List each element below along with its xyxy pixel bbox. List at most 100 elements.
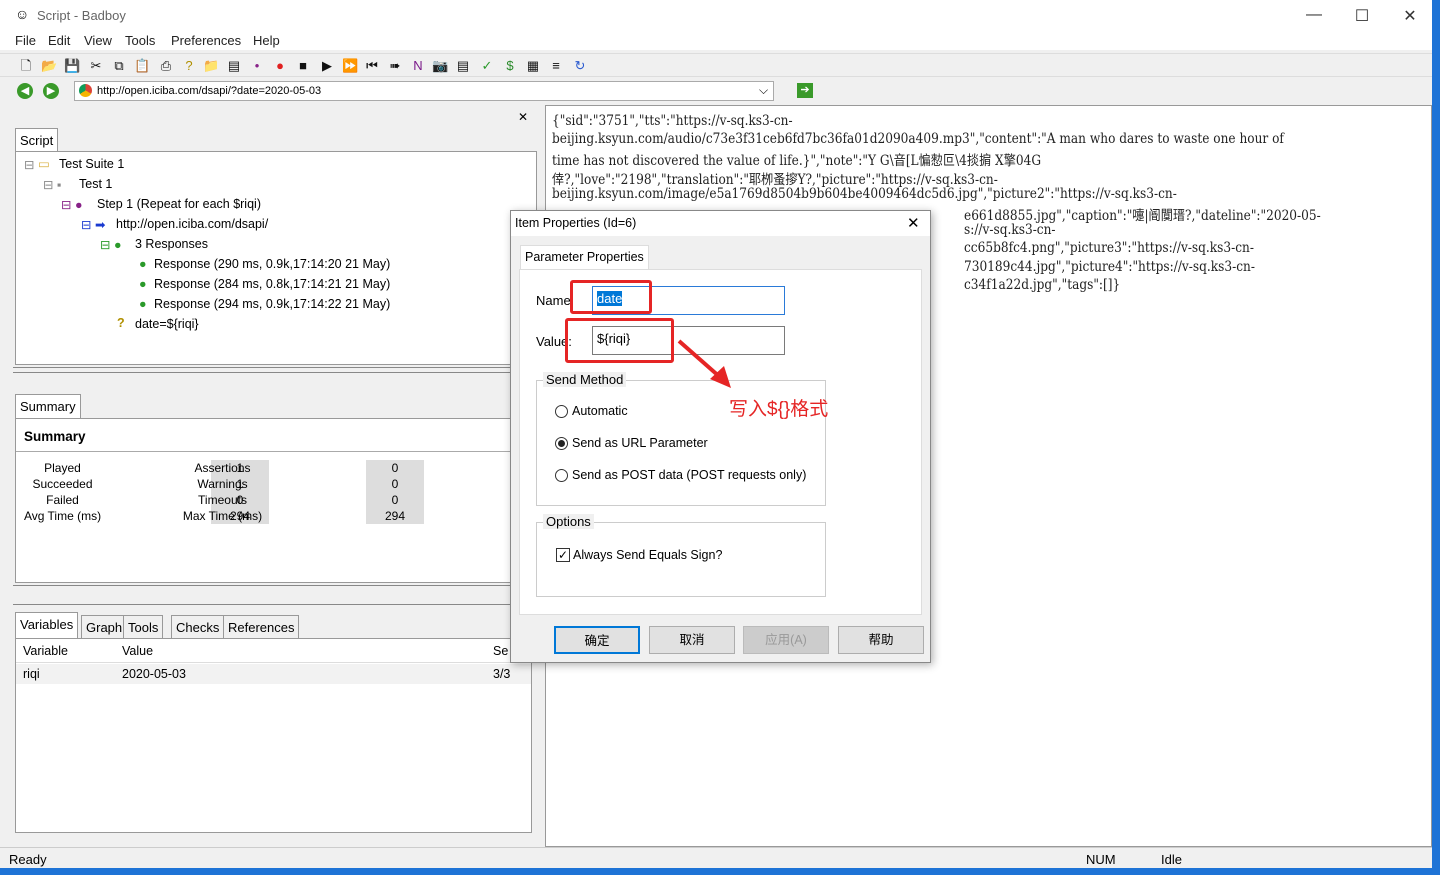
summary-label: Timeouts (198, 493, 247, 507)
status-bar: Ready NUM Idle (0, 847, 1432, 868)
tree-item-responses[interactable]: 3 Responses (135, 237, 208, 251)
forward-icon[interactable]: ▶ (43, 83, 59, 99)
cancel-button[interactable]: 取消 (649, 626, 735, 654)
item-properties-dialog: Item Properties (Id=6) ✕ Parameter Prope… (510, 210, 931, 663)
url-input[interactable]: http://open.iciba.com/dsapi/?date=2020-0… (74, 81, 774, 101)
table-icon[interactable]: ▦ (525, 58, 541, 74)
summary-value: 0 (366, 476, 424, 492)
refresh-icon[interactable]: ↻ (572, 58, 588, 74)
tab-summary[interactable]: Summary (15, 394, 81, 418)
menu-edit[interactable]: Edit (48, 33, 70, 48)
paste-icon[interactable]: 📋 (134, 58, 150, 74)
cell-value: 2020-05-03 (122, 667, 186, 681)
ok-button[interactable]: 确定 (554, 626, 640, 654)
add-step-icon[interactable]: ▤ (226, 58, 242, 74)
add-item-icon[interactable]: • (249, 58, 265, 74)
n-icon[interactable]: N (410, 58, 426, 74)
go-icon[interactable]: ➔ (797, 83, 813, 98)
summary-label: Avg Time (ms) (23, 509, 102, 523)
tree-item-response[interactable]: Response (284 ms, 0.8k,17:14:21 21 May) (154, 277, 390, 291)
apply-button[interactable]: 应用(A) (743, 626, 829, 654)
menu-preferences[interactable]: Preferences (171, 33, 241, 48)
dialog-title-bar: Item Properties (Id=6) ✕ (511, 211, 930, 236)
dropdown-icon[interactable]: ⌵ (759, 83, 768, 98)
desktop-edge (1432, 0, 1440, 875)
left-pane: ✕ Script ⊟ ▭ Test Suite 1 ⊟ ▪ Test 1 ⊟ ●… (10, 105, 542, 847)
dialog-close-icon[interactable]: ✕ (907, 214, 920, 232)
camera-icon[interactable]: 📷 (432, 58, 448, 74)
cell-variable: riqi (23, 667, 40, 681)
menu-help[interactable]: Help (253, 33, 280, 48)
dollar-icon[interactable]: $ (502, 58, 518, 74)
radio-button[interactable] (555, 405, 568, 418)
summary-label: Assertions (194, 461, 251, 475)
dialog-title: Item Properties (Id=6) (515, 216, 637, 230)
close-panel-icon[interactable]: ✕ (518, 110, 528, 124)
help-icon[interactable]: ? (181, 58, 197, 74)
new-icon[interactable]: 🗋 (18, 58, 34, 74)
play-icon[interactable]: ▶ (319, 58, 335, 74)
column-value[interactable]: Value (122, 644, 153, 658)
checkbox-label: Always Send Equals Sign? (573, 548, 723, 562)
check-icon[interactable]: ✓ (479, 58, 495, 74)
menu-file[interactable]: File (15, 33, 36, 48)
response-line: cc65b8fc4.png","picture3":"https://v-sq.… (964, 240, 1254, 257)
minimize-button[interactable]: — (1304, 6, 1324, 24)
radio-label: Send as POST data (POST requests only) (572, 468, 807, 482)
tab-checks[interactable]: Checks (171, 615, 225, 638)
radio-button[interactable] (555, 437, 568, 450)
print-icon[interactable]: ⎙ (158, 58, 174, 74)
column-variable[interactable]: Variable (23, 644, 68, 658)
open-icon[interactable]: 📂 (41, 58, 57, 74)
tab-parameter-properties[interactable]: Parameter Properties (520, 245, 649, 270)
close-button[interactable]: ✕ (1400, 6, 1420, 26)
tree-item-response[interactable]: Response (290 ms, 0.9k,17:14:20 21 May) (154, 257, 390, 271)
annotation-box-value (565, 318, 674, 363)
tab-graph[interactable]: Graph (81, 615, 128, 638)
save-icon[interactable]: 💾 (64, 58, 80, 74)
step-icon[interactable]: ➠ (387, 58, 403, 74)
rewind-icon[interactable]: ⏮ (364, 58, 380, 74)
copy-icon[interactable]: ⧉ (111, 58, 127, 74)
radio-label: Send as URL Parameter (572, 436, 708, 450)
stop-icon[interactable]: ■ (295, 58, 311, 74)
maximize-button[interactable]: ☐ (1352, 6, 1372, 26)
tree-item-step[interactable]: Step 1 (Repeat for each $riqi) (97, 197, 261, 211)
response-line: s://v-sq.ks3-cn- (964, 222, 1056, 239)
name-label: Name (536, 293, 571, 308)
tree-item-test[interactable]: Test 1 (79, 177, 112, 191)
menu-bar: File Edit View Tools Preferences Help (0, 30, 1432, 50)
tree-item-response[interactable]: Response (294 ms, 0.9k,17:14:22 21 May) (154, 297, 390, 311)
add-folder-icon[interactable]: 📁 (203, 58, 219, 74)
menu-tools[interactable]: Tools (125, 33, 155, 48)
table-row[interactable]: riqi 2020-05-03 3/3 (16, 664, 531, 684)
cut-icon[interactable]: ✂ (88, 58, 104, 74)
tab-references[interactable]: References (223, 615, 300, 638)
summary-value: 0 (366, 492, 424, 508)
chart-icon[interactable]: ≡ (548, 58, 564, 74)
tab-tools[interactable]: Tools (123, 615, 164, 638)
record-icon[interactable]: ● (272, 58, 288, 74)
report-icon[interactable]: ▤ (455, 58, 471, 74)
annotation-box-name (570, 280, 652, 314)
url-text: http://open.iciba.com/dsapi/?date=2020-0… (97, 85, 322, 97)
splitter[interactable] (13, 367, 540, 373)
tree-item-parameter[interactable]: date=${riqi} (135, 317, 199, 331)
radio-button[interactable] (555, 469, 568, 482)
parameter-icon: ? (117, 316, 125, 330)
always-send-checkbox[interactable]: ✓ (556, 548, 570, 562)
help-button[interactable]: 帮助 (838, 626, 924, 654)
play-all-icon[interactable]: ⏩ (342, 58, 358, 74)
response-line: beijing.ksyun.com/image/e5a1769d8504b9b6… (552, 185, 1177, 202)
tree-item-suite[interactable]: Test Suite 1 (59, 157, 124, 171)
splitter[interactable] (13, 585, 540, 605)
response-line: 730189c44.jpg","picture4":"https://v-sq.… (964, 258, 1255, 275)
menu-view[interactable]: View (84, 33, 112, 48)
response-line: c34f1a22d.jpg","tags":[]} (964, 276, 1121, 293)
desktop-edge (0, 868, 1440, 875)
tab-script[interactable]: Script (15, 128, 59, 152)
tree-item-request[interactable]: http://open.iciba.com/dsapi/ (116, 217, 268, 231)
column-seq[interactable]: Se (493, 644, 508, 658)
back-icon[interactable]: ◀ (17, 83, 33, 99)
tab-variables[interactable]: Variables (15, 612, 79, 638)
